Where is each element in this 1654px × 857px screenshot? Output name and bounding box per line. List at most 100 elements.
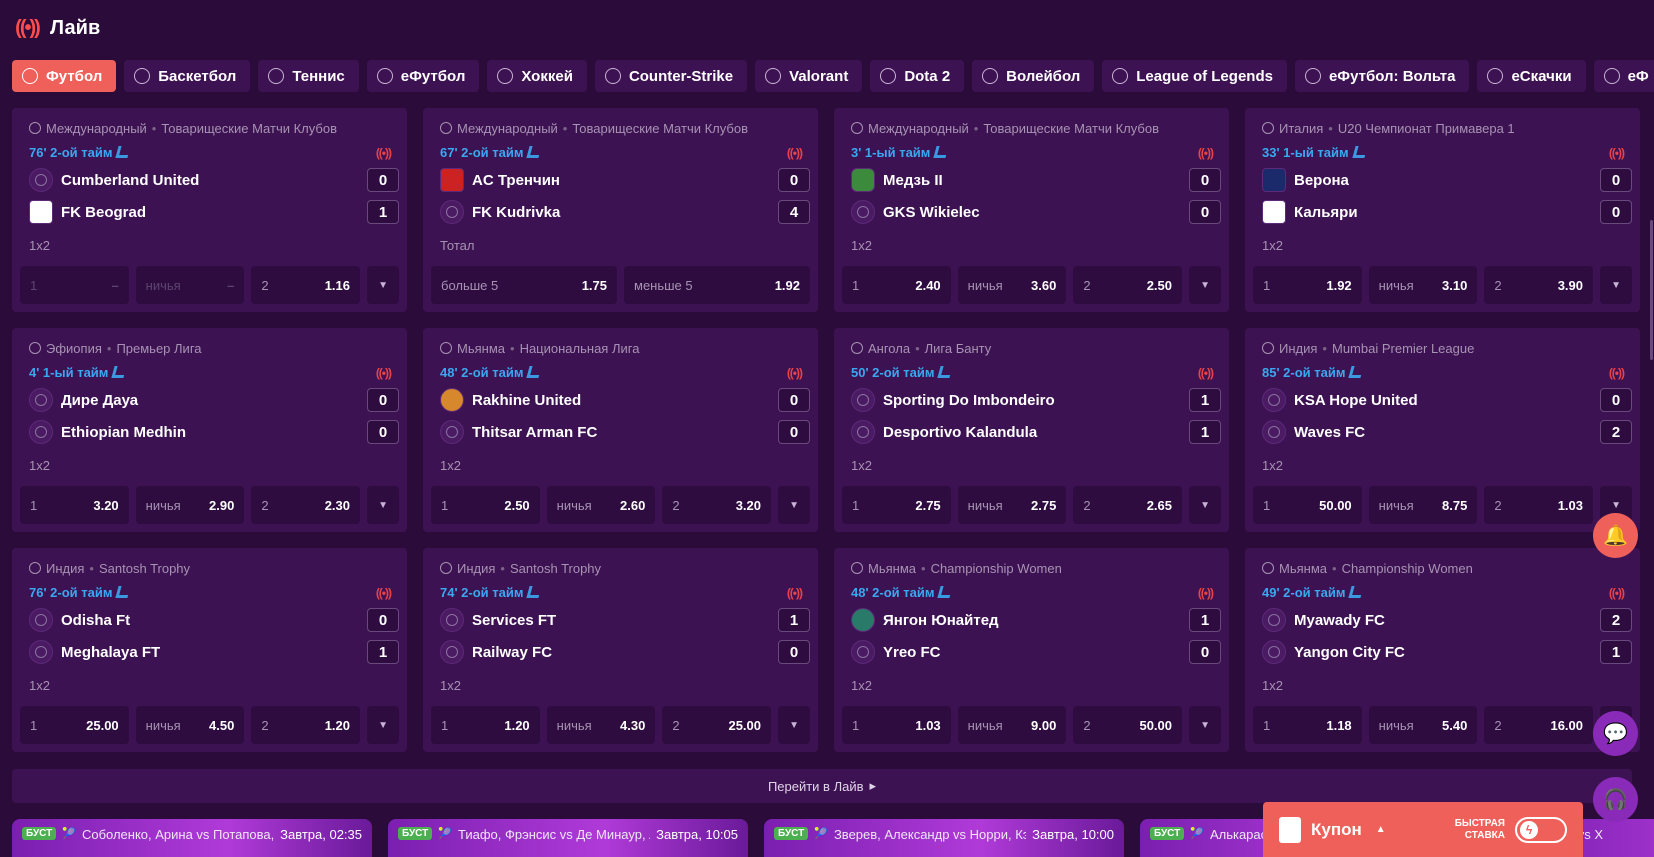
team-row[interactable]: Services FT 1 <box>440 608 810 632</box>
team-row[interactable]: Rakhine United 0 <box>440 388 810 412</box>
stats-icon[interactable] <box>526 586 543 598</box>
odd-button[interactable]: 2 3.20 <box>662 486 772 524</box>
odd-button[interactable]: 2 25.00 <box>662 706 772 744</box>
match-card[interactable]: Индия • Santosh Trophy 74' 2-ой тайм ((•)) Se… <box>423 548 818 752</box>
team-row[interactable]: Верона 0 <box>1262 168 1632 192</box>
odd-button[interactable]: 1 2.40 <box>842 266 951 304</box>
odd-button[interactable]: 1 1.03 <box>842 706 951 744</box>
team-row[interactable]: FK Beograd 1 <box>29 200 399 224</box>
team-row[interactable]: Thitsar Arman FC 0 <box>440 420 810 444</box>
tab-8[interactable]: Dota 2 <box>870 60 965 92</box>
odd-button[interactable]: 1 25.00 <box>20 706 129 744</box>
promo-card[interactable]: БУСТ 🎾 Тиафо, Фрэнсис vs Де Минаур, Алекс З… <box>388 819 748 857</box>
odd-button[interactable]: 2 3.90 <box>1484 266 1594 304</box>
chat-button[interactable]: 💬 <box>1593 711 1638 756</box>
odd-button[interactable]: 1 1.92 <box>1253 266 1362 304</box>
stats-icon[interactable] <box>526 146 543 158</box>
tab-13[interactable]: еФ <box>1593 60 1654 92</box>
tab-5[interactable]: Хоккей <box>487 60 587 92</box>
tab-4[interactable]: еФутбол <box>366 60 480 92</box>
odd-button[interactable]: 2 1.20 <box>251 706 361 744</box>
team-row[interactable]: Cumberland United 0 <box>29 168 399 192</box>
tab-9[interactable]: Волейбол <box>972 60 1095 92</box>
odd-button[interactable]: 1 1.20 <box>431 706 540 744</box>
match-card[interactable]: Индия • Mumbai Premier League 85' 2-ой тайм… <box>1245 328 1640 532</box>
more-markets-button[interactable]: ▼ <box>367 486 400 524</box>
stats-icon[interactable] <box>115 586 132 598</box>
more-markets-button[interactable]: ▼ <box>1600 266 1633 304</box>
tab-6[interactable]: Counter-Strike <box>594 60 748 92</box>
stats-icon[interactable] <box>111 366 128 378</box>
team-row[interactable]: KSA Hope United 0 <box>1262 388 1632 412</box>
odd-button[interactable]: ничья 3.10 <box>1368 266 1478 304</box>
odd-button[interactable]: меньше 5 1.92 <box>624 266 810 304</box>
team-row[interactable]: Meghalaya FT 1 <box>29 640 399 664</box>
odd-button[interactable]: 2 2.65 <box>1073 486 1183 524</box>
odd-button[interactable]: 1 1.18 <box>1253 706 1362 744</box>
team-row[interactable]: FK Kudrivka 4 <box>440 200 810 224</box>
more-markets-button[interactable]: ▼ <box>778 486 811 524</box>
tab-10[interactable]: League of Legends <box>1102 60 1287 92</box>
match-card[interactable]: Мьянма • Championship Women 48' 2-ой тайм ((… <box>834 548 1229 752</box>
more-markets-button[interactable]: ▼ <box>1189 486 1222 524</box>
team-row[interactable]: GKS Wikielec 0 <box>851 200 1221 224</box>
odd-button[interactable]: ничья 8.75 <box>1368 486 1478 524</box>
scrollbar[interactable] <box>1650 220 1653 360</box>
quick-bet-toggle[interactable]: ϟ <box>1515 816 1567 843</box>
team-row[interactable]: Sporting Do Imbondeiro 1 <box>851 388 1221 412</box>
team-row[interactable]: Railway FC 0 <box>440 640 810 664</box>
notifications-bell-button[interactable]: 🔔 <box>1593 513 1638 558</box>
odd-button[interactable]: ничья 2.75 <box>957 486 1067 524</box>
odd-button[interactable]: ничья 4.30 <box>546 706 656 744</box>
odd-button[interactable]: 1 3.20 <box>20 486 129 524</box>
team-row[interactable]: AC Тренчин 0 <box>440 168 810 192</box>
odd-button[interactable]: ничья 2.90 <box>135 486 245 524</box>
coupon-bar[interactable]: Купон ▲ БЫСТРАЯ СТАВКА ϟ <box>1263 802 1583 857</box>
match-card[interactable]: Ангола • Лига Банту 50' 2-ой тайм ((•)) Sport… <box>834 328 1229 532</box>
team-row[interactable]: Дире Дауа 0 <box>29 388 399 412</box>
stats-icon[interactable] <box>933 146 950 158</box>
promo-card[interactable]: БУСТ 🎾 Зверев, Александр vs Норри, Кэмерон… <box>764 819 1124 857</box>
stats-icon[interactable] <box>1348 366 1365 378</box>
match-card[interactable]: Международный • Товарищеские Матчи Клубов 6… <box>423 108 818 312</box>
odd-button[interactable]: ничья 5.40 <box>1368 706 1478 744</box>
tab-2[interactable]: Баскетбол <box>124 60 251 92</box>
odd-button[interactable]: 2 16.00 <box>1484 706 1594 744</box>
odd-button[interactable]: 1 50.00 <box>1253 486 1362 524</box>
match-card[interactable]: Индия • Santosh Trophy 76' 2-ой тайм ((•)) Od… <box>12 548 407 752</box>
team-row[interactable]: Кальяри 0 <box>1262 200 1632 224</box>
odd-button[interactable]: 1 2.50 <box>431 486 540 524</box>
odd-button[interactable]: 2 2.30 <box>251 486 361 524</box>
match-card[interactable]: Эфиопия • Премьер Лига 4' 1-ый тайм ((•)) Дир… <box>12 328 407 532</box>
match-card[interactable]: Мьянма • Национальная Лига 48' 2-ой тайм ((•… <box>423 328 818 532</box>
more-markets-button[interactable]: ▼ <box>778 706 811 744</box>
team-row[interactable]: Myawady FC 2 <box>1262 608 1632 632</box>
support-button[interactable]: 🎧 <box>1593 777 1638 822</box>
more-markets-button[interactable]: ▼ <box>1189 266 1222 304</box>
odd-button[interactable]: 2 2.50 <box>1073 266 1183 304</box>
odd-button[interactable]: больше 5 1.75 <box>431 266 617 304</box>
stats-icon[interactable] <box>526 366 543 378</box>
team-row[interactable]: Yreo FC 0 <box>851 640 1221 664</box>
odd-button[interactable]: ничья 9.00 <box>957 706 1067 744</box>
match-card[interactable]: Международный • Товарищеские Матчи Клубов 3… <box>834 108 1229 312</box>
odd-button[interactable]: ничья 4.50 <box>135 706 245 744</box>
stats-icon[interactable] <box>937 586 954 598</box>
match-card[interactable]: Международный • Товарищеские Матчи Клубов 7… <box>12 108 407 312</box>
match-card[interactable]: Италия • U20 Чемпионат Примавера 1 33' 1-ый… <box>1245 108 1640 312</box>
more-markets-button[interactable]: ▼ <box>367 706 400 744</box>
more-markets-button[interactable]: ▼ <box>367 266 400 304</box>
match-card[interactable]: Мьянма • Championship Women 49' 2-ой тайм ((… <box>1245 548 1640 752</box>
team-row[interactable]: Янгон Юнайтед 1 <box>851 608 1221 632</box>
stats-icon[interactable] <box>1348 586 1365 598</box>
tab-7[interactable]: Valorant <box>755 60 863 92</box>
odd-button[interactable]: 2 1.03 <box>1484 486 1594 524</box>
odd-button[interactable]: 2 1.16 <box>251 266 361 304</box>
odd-button[interactable]: ничья 3.60 <box>957 266 1067 304</box>
tab-1[interactable]: Футбол <box>12 60 117 92</box>
promo-card[interactable]: БУСТ 🎾 Соболенко, Арина vs Потапова, Ан Зав… <box>12 819 372 857</box>
stats-icon[interactable] <box>937 366 954 378</box>
team-row[interactable]: Ethiopian Medhin 0 <box>29 420 399 444</box>
stats-icon[interactable] <box>1352 146 1368 158</box>
odd-button[interactable]: 1 2.75 <box>842 486 951 524</box>
